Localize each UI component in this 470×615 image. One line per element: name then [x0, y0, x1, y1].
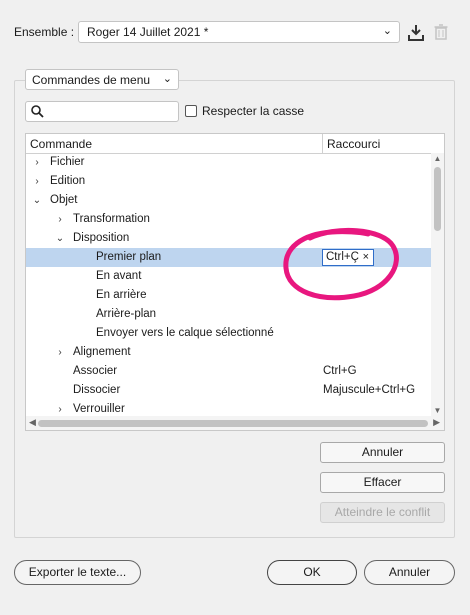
goto-conflict-button[interactable]: Atteindre le conflit	[320, 502, 445, 523]
clear-button[interactable]: Effacer	[320, 472, 445, 493]
table-row[interactable]: Dissocier Majuscule+Ctrl+G	[26, 381, 431, 400]
match-case-checkbox[interactable]	[185, 105, 197, 117]
table-header: Commande Raccourci	[26, 134, 444, 154]
download-icon[interactable]	[408, 24, 424, 42]
chevron-down-icon: ⌄	[382, 25, 392, 37]
chevron-down-icon[interactable]: ⌄	[55, 229, 65, 248]
chevron-down-icon[interactable]: ⌄	[32, 191, 42, 210]
column-divider[interactable]	[322, 134, 323, 153]
table-row[interactable]: › Edition	[26, 172, 431, 191]
vertical-scroll-thumb[interactable]	[434, 167, 441, 231]
scroll-up-icon[interactable]: ▲	[431, 154, 444, 163]
scroll-down-icon[interactable]: ▼	[431, 406, 444, 415]
command-label: Disposition	[73, 232, 130, 244]
undo-button[interactable]: Annuler	[320, 442, 445, 463]
table-row[interactable]: Associer Ctrl+G	[26, 362, 431, 381]
mode-dropdown[interactable]: Commandes de menu ⌄	[25, 69, 179, 90]
command-label: Objet	[50, 194, 78, 206]
horizontal-scroll-thumb[interactable]	[38, 420, 428, 427]
chevron-down-icon: ⌄	[162, 73, 172, 85]
command-label: Associer	[73, 365, 118, 377]
horizontal-scrollbar[interactable]: ◀ ▶	[26, 416, 444, 430]
search-icon	[31, 105, 44, 118]
shortcut-value: Ctrl+G	[323, 365, 357, 377]
command-label: Premier plan	[96, 251, 162, 263]
table-row[interactable]: Arrière-plan	[26, 305, 431, 324]
command-label: Edition	[50, 175, 86, 187]
export-text-button[interactable]: Exporter le texte...	[14, 560, 141, 585]
command-label: Alignement	[73, 346, 131, 358]
command-label: Arrière-plan	[96, 308, 157, 320]
chevron-right-icon[interactable]: ›	[55, 210, 65, 229]
table-row[interactable]: ⌄ Objet	[26, 191, 431, 210]
table-row[interactable]: › Fichier	[26, 153, 431, 172]
chevron-right-icon[interactable]: ›	[32, 172, 42, 191]
chevron-right-icon[interactable]: ›	[55, 343, 65, 362]
shortcut-value: Majuscule+Ctrl+G	[323, 384, 416, 396]
set-label: Ensemble :	[14, 25, 75, 39]
command-label: Fichier	[50, 156, 85, 168]
set-dropdown[interactable]: Roger 14 Juillet 2021 * ⌄	[78, 21, 400, 43]
table-row[interactable]: Envoyer vers le calque sélectionné	[26, 324, 431, 343]
search-input[interactable]	[25, 101, 179, 122]
highlight-circle-annotation	[283, 227, 399, 301]
scroll-left-icon[interactable]: ◀	[29, 417, 36, 428]
chevron-right-icon[interactable]: ›	[32, 153, 42, 172]
command-label: Dissocier	[73, 384, 121, 396]
scroll-right-icon[interactable]: ▶	[433, 417, 440, 428]
column-header-shortcut[interactable]: Raccourci	[327, 137, 380, 151]
cancel-button[interactable]: Annuler	[364, 560, 455, 585]
command-label: Transformation	[73, 213, 150, 225]
trash-icon[interactable]	[434, 24, 448, 40]
ok-button[interactable]: OK	[267, 560, 357, 585]
set-dropdown-value: Roger 14 Juillet 2021 *	[87, 25, 209, 39]
vertical-scrollbar[interactable]: ▲ ▼	[431, 153, 444, 416]
mode-dropdown-value: Commandes de menu	[32, 73, 151, 87]
column-header-command[interactable]: Commande	[30, 137, 92, 151]
command-label: En arrière	[96, 289, 147, 301]
table-row[interactable]: › Alignement	[26, 343, 431, 362]
command-label: Envoyer vers le calque sélectionné	[96, 327, 274, 339]
command-label: En avant	[96, 270, 142, 282]
match-case-label: Respecter la casse	[202, 104, 305, 118]
